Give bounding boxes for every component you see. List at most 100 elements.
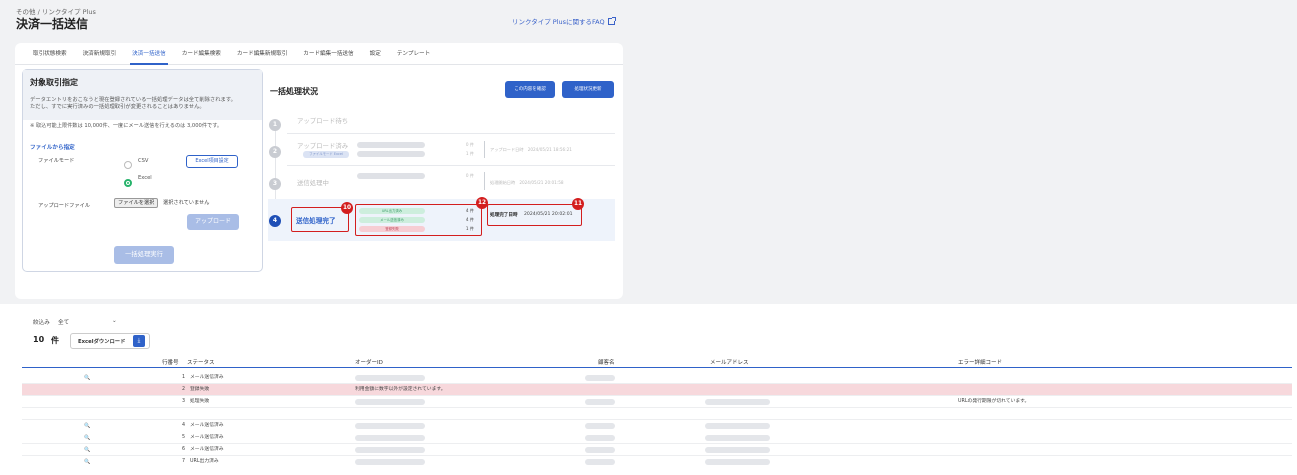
- col-header-email: メールアドレス: [710, 360, 749, 366]
- search-icon[interactable]: 🔍: [84, 372, 90, 384]
- confirm-button[interactable]: この内容を確認: [505, 81, 555, 98]
- tab-settings[interactable]: 設定: [362, 43, 389, 65]
- row-status: メール送信済み: [190, 423, 224, 428]
- file-mode-badge: ファイルモード Excel: [303, 151, 349, 158]
- col-header-order-id: オーダーID: [355, 360, 383, 366]
- external-link-icon: [607, 16, 616, 25]
- register-failed-count: 1 件: [465, 226, 474, 231]
- upload-button[interactable]: アップロード: [187, 214, 239, 230]
- step-3-circle: 3: [269, 178, 281, 190]
- filter-select[interactable]: 全て: [58, 318, 69, 326]
- refresh-status-button[interactable]: 処理状況更新: [562, 81, 614, 98]
- row-status: メール送信済み: [190, 375, 224, 380]
- email-redacted: [705, 423, 770, 429]
- result-count-unit: 件: [51, 336, 59, 345]
- divider: [287, 165, 615, 166]
- step-2-pill-2: [357, 151, 425, 157]
- upload-file-label: アップロードファイル: [38, 203, 90, 209]
- step-2-count-1: 0 件: [465, 142, 474, 147]
- order-id-redacted: [355, 459, 425, 465]
- excel-settings-button[interactable]: Excel項目設定: [186, 155, 238, 168]
- no-file-text: 選択されていません: [163, 200, 210, 206]
- tab-card-edit-new[interactable]: カード編集新規取引: [229, 43, 295, 65]
- step-4-circle: 4: [269, 215, 281, 227]
- tab-card-edit-search[interactable]: カード編集検索: [174, 43, 229, 65]
- upload-datetime: アップロード日時 2024/05/21 18:56:21: [490, 147, 572, 152]
- table-row[interactable]: [22, 396, 1292, 408]
- row-no: 7: [182, 459, 186, 464]
- url-output-pill: URL出力済み: [359, 208, 425, 214]
- customer-redacted: [585, 447, 615, 453]
- search-icon[interactable]: 🔍: [84, 432, 90, 444]
- target-panel-desc-2: ただし、すでに実行済みの一括処理取引が変更されることはありません。: [30, 104, 205, 110]
- divider: [484, 172, 485, 190]
- step-2-pill-1: [357, 142, 425, 148]
- row-status: 処理失敗: [190, 399, 210, 404]
- search-icon[interactable]: 🔍: [84, 456, 90, 468]
- step-3-label: 送信処理中: [297, 179, 329, 187]
- step-1-label: アップロード待ち: [297, 117, 349, 125]
- choose-file-button[interactable]: ファイルを選択: [114, 198, 159, 208]
- table-row[interactable]: [22, 408, 1292, 420]
- order-id-redacted: [355, 435, 425, 441]
- row-status: メール送信済み: [190, 447, 224, 452]
- customer-redacted: [585, 399, 615, 405]
- tab-bar: 取引状態検索 決済新規取引 決済一括送信 カード編集検索 カード編集新規取引 カ…: [15, 43, 623, 65]
- tab-transaction-search[interactable]: 取引状態検索: [25, 43, 75, 65]
- row-error-code: URLの発行期限が切れています。: [958, 399, 1030, 404]
- url-output-count: 4 件: [465, 208, 474, 213]
- status-panel-title: 一括処理状況: [270, 87, 318, 96]
- email-redacted: [705, 435, 770, 441]
- download-icon[interactable]: ⤓: [133, 335, 145, 347]
- radio-csv-label: CSV: [138, 158, 149, 164]
- tab-card-edit-batch[interactable]: カード編集一括送信: [295, 43, 361, 65]
- target-panel-title: 対象取引指定: [30, 78, 78, 87]
- row-status: メール送信済み: [190, 435, 224, 440]
- excel-download-label[interactable]: Excelダウンロード: [78, 337, 125, 345]
- col-header-row-no: 行番号: [162, 360, 179, 366]
- row-error-message: 利用金額に数字以外が設定されています。: [355, 387, 446, 392]
- row-status: 登録失敗: [190, 387, 210, 392]
- row-status: URL出力済み: [190, 459, 219, 464]
- row-no: 3: [182, 399, 186, 404]
- order-id-redacted: [355, 447, 425, 453]
- divider: [287, 133, 615, 134]
- faq-link[interactable]: リンクタイプ Plusに関するFAQ: [512, 16, 616, 26]
- completion-datetime-value: 2024/05/21 20:02:01: [524, 212, 573, 217]
- faq-link-label[interactable]: リンクタイプ Plusに関するFAQ: [512, 16, 605, 26]
- row-no: 1: [182, 375, 186, 380]
- result-count: 10: [33, 335, 45, 344]
- col-header-customer: 顧客名: [598, 360, 615, 366]
- step-3-pill: [357, 173, 425, 179]
- tab-template[interactable]: テンプレート: [389, 43, 438, 65]
- customer-redacted: [585, 375, 615, 381]
- row-no: 6: [182, 447, 186, 452]
- table-header-line: [22, 367, 1292, 368]
- mail-sent-pill: メール送信済み: [359, 217, 425, 223]
- step-1-circle: 1: [269, 119, 281, 131]
- search-icon[interactable]: 🔍: [84, 444, 90, 456]
- step-2-label: アップロード済み: [297, 142, 349, 150]
- radio-csv[interactable]: [124, 161, 132, 169]
- process-start-datetime: 処理開始日時 2024/05/21 20:01:58: [490, 180, 564, 185]
- row-no: 4: [182, 423, 186, 428]
- step-2-count-2: 1 件: [465, 151, 474, 156]
- register-failed-pill: 登録失敗: [359, 226, 425, 232]
- execute-button[interactable]: 一括処理実行: [114, 246, 174, 264]
- radio-excel-label: Excel: [138, 175, 152, 181]
- tab-new-payment[interactable]: 決済新規取引: [75, 43, 125, 65]
- step-3-count: 0 件: [465, 173, 474, 178]
- radio-excel[interactable]: [124, 179, 132, 187]
- mail-sent-count: 4 件: [465, 217, 474, 222]
- file-mode-label: ファイルモード: [38, 158, 75, 164]
- limit-note: ※ 取込可能上限件数は 10,000件、一度にメール送信を行えるのは 3,000…: [30, 123, 223, 129]
- row-no: 5: [182, 435, 186, 440]
- email-redacted: [705, 459, 770, 465]
- table-row-error[interactable]: [22, 384, 1292, 396]
- tab-batch-send[interactable]: 決済一括送信: [124, 43, 174, 65]
- chevron-down-icon[interactable]: ⌄: [112, 318, 117, 324]
- search-icon[interactable]: 🔍: [84, 420, 90, 432]
- customer-redacted: [585, 459, 615, 465]
- customer-redacted: [585, 423, 615, 429]
- order-id-redacted: [355, 399, 425, 405]
